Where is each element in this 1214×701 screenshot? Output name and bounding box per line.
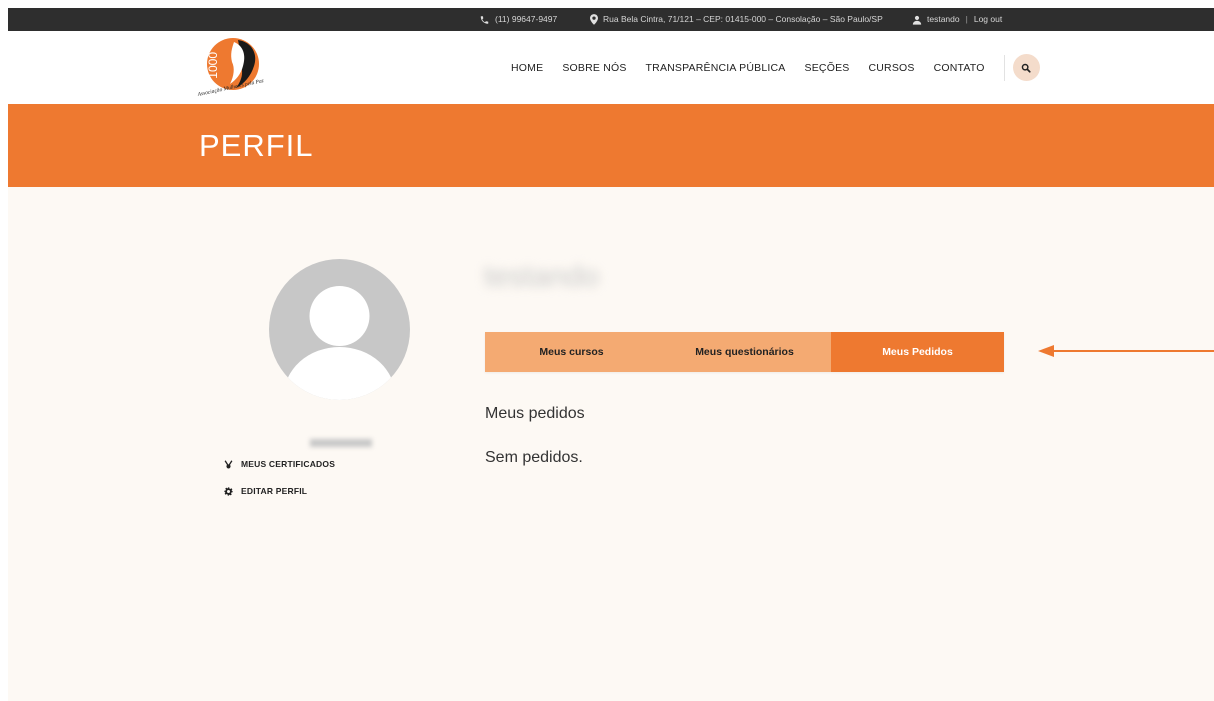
- top-bar: (11) 99647-9497 Rua Bela Cintra, 71/121 …: [8, 8, 1214, 31]
- tab-meus-cursos[interactable]: Meus cursos: [485, 332, 658, 372]
- nav-contato[interactable]: CONTATO: [934, 62, 985, 74]
- gear-icon: [224, 486, 233, 496]
- address-info: Rua Bela Cintra, 71/121 – CEP: 01415-000…: [590, 8, 883, 31]
- section-title: Meus pedidos: [485, 405, 585, 422]
- phone-number: (11) 99647-9497: [495, 14, 558, 24]
- page-banner: PERFIL: [8, 104, 1214, 187]
- username-link[interactable]: testando: [927, 8, 960, 31]
- tab-meus-pedidos[interactable]: Meus Pedidos: [831, 332, 1004, 372]
- arrow-annotation-icon: [1038, 345, 1214, 357]
- page-title: PERFIL: [199, 128, 314, 163]
- phone-icon: [480, 15, 489, 24]
- editar-perfil-link[interactable]: EDITAR PERFIL: [224, 486, 307, 496]
- user-info: testando | Log out: [912, 8, 1002, 31]
- user-icon: [912, 15, 922, 25]
- nav-home[interactable]: HOME: [511, 62, 543, 74]
- meus-certificados-link[interactable]: MEUS CERTIFICADOS: [224, 459, 335, 469]
- tab-meus-questionarios[interactable]: Meus questionários: [658, 332, 831, 372]
- avatar: [269, 259, 410, 400]
- map-marker-icon: [590, 14, 598, 25]
- nav-divider: [1003, 54, 1005, 81]
- profile-name: testando: [484, 260, 600, 293]
- editar-perfil-label: EDITAR PERFIL: [241, 486, 308, 496]
- logo[interactable]: 1000 Associação Mulheres pela Paz: [194, 34, 284, 100]
- search-button[interactable]: [1012, 54, 1040, 81]
- address-text: Rua Bela Cintra, 71/121 – CEP: 01415-000…: [603, 14, 883, 24]
- nav-secoes[interactable]: SEÇÕES: [805, 62, 850, 74]
- phone-info: (11) 99647-9497: [479, 8, 557, 31]
- logout-link[interactable]: Log out: [974, 8, 1002, 31]
- medal-icon: [224, 459, 233, 468]
- nav-transparencia-publica[interactable]: TRANSPARÊNCIA PÚBLICA: [646, 62, 786, 74]
- empty-orders-message: Sem pedidos.: [485, 449, 583, 466]
- sidebar-username: testando: [310, 439, 372, 447]
- page-frame: (11) 99647-9497 Rua Bela Cintra, 71/121 …: [8, 8, 1214, 701]
- default-avatar-icon: [283, 286, 396, 400]
- meus-certificados-label: MEUS CERTIFICADOS: [241, 459, 336, 469]
- nav-cursos[interactable]: CURSOS: [868, 62, 914, 74]
- main-nav: HOME SOBRE NÓS TRANSPARÊNCIA PÚBLICA SEÇ…: [511, 31, 1040, 104]
- search-icon: [1021, 63, 1031, 73]
- logo-number: 1000: [206, 52, 220, 79]
- topbar-separator: |: [965, 14, 968, 24]
- nav-sobre-nos[interactable]: SOBRE NÓS: [562, 62, 626, 74]
- profile-tabs: Meus cursos Meus questionários Meus Pedi…: [485, 332, 1004, 372]
- site-header: 1000 Associação Mulheres pela Paz HOME S…: [8, 31, 1214, 105]
